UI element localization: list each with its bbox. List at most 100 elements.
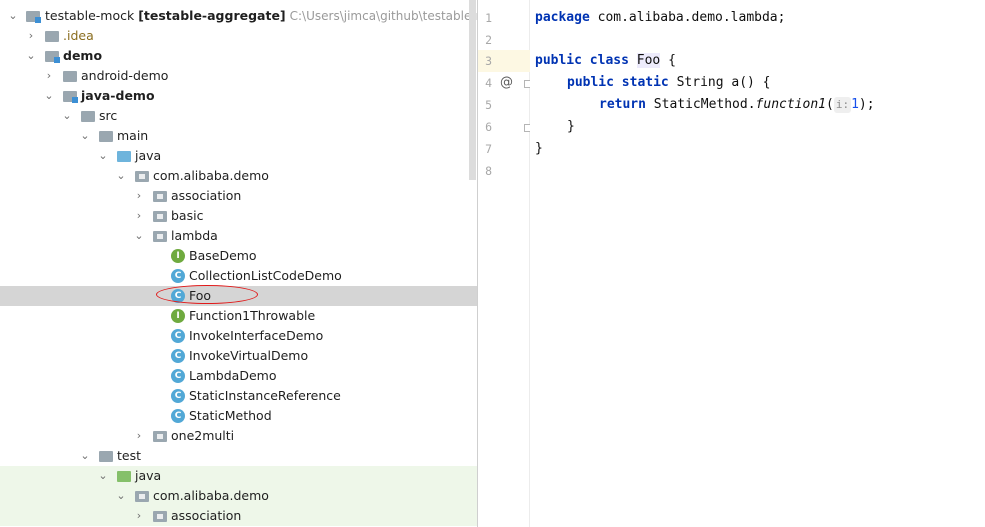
folder-icon: [99, 131, 113, 142]
tree-row-one2multi[interactable]: › one2multi: [0, 426, 477, 446]
line-number: 8: [485, 164, 492, 178]
code-line-1[interactable]: package com.alibaba.demo.lambda;: [530, 7, 985, 29]
chevron-down-icon[interactable]: ⌄: [8, 6, 18, 26]
chevron-down-icon[interactable]: ⌄: [80, 126, 90, 146]
chevron-down-icon[interactable]: ⌄: [44, 86, 54, 106]
line-number: 5: [485, 98, 492, 112]
tree-row-invokeinterfacedemo[interactable]: C InvokeInterfaceDemo: [0, 326, 477, 346]
interface-icon: I: [171, 309, 185, 323]
tree-row-test[interactable]: ⌄ test: [0, 446, 477, 466]
chevron-down-icon[interactable]: ⌄: [26, 46, 36, 66]
module-folder-icon: [45, 51, 60, 63]
tree-row-idea[interactable]: › .idea: [0, 26, 477, 46]
tree-row-staticmethod[interactable]: C StaticMethod: [0, 406, 477, 426]
code-text: com.alibaba.demo.lambda;: [589, 10, 786, 25]
interface-icon: I: [171, 249, 185, 263]
keyword: public: [535, 53, 582, 68]
code-text: String a() {: [668, 75, 771, 90]
chevron-right-icon[interactable]: ›: [134, 206, 144, 226]
code-line-4[interactable]: public static String a() {: [530, 72, 985, 94]
chevron-right-icon[interactable]: ›: [44, 66, 54, 86]
tree-row-basic[interactable]: › basic: [0, 206, 477, 226]
tree-label: LambdaDemo: [189, 368, 277, 383]
code-line-5[interactable]: return StaticMethod.function1(i: 1);: [530, 94, 985, 116]
tree-row-android-demo[interactable]: › android-demo: [0, 66, 477, 86]
chevron-down-icon[interactable]: ⌄: [134, 226, 144, 246]
tree-row-test-association[interactable]: › association: [0, 506, 477, 526]
line-number: 4: [485, 76, 492, 90]
tree-row-test-package[interactable]: ⌄ com.alibaba.demo: [0, 486, 477, 506]
tree-row-package[interactable]: ⌄ com.alibaba.demo: [0, 166, 477, 186]
parameter-hint: i:: [833, 97, 852, 113]
tree-row-demo[interactable]: ⌄ demo: [0, 46, 477, 66]
tree-row-java-demo[interactable]: ⌄ java-demo: [0, 86, 477, 106]
tree-row-staticinstancereference[interactable]: C StaticInstanceReference: [0, 386, 477, 406]
test-folder-icon: [117, 471, 131, 482]
folder-icon: [99, 451, 113, 462]
tree-label: java-demo: [81, 88, 155, 103]
package-icon: [153, 511, 167, 522]
project-tree[interactable]: ⌄ testable-mock [testable-aggregate] C:\…: [0, 0, 477, 527]
code-line-3[interactable]: public class Foo {: [530, 50, 985, 72]
tree-row-test-java[interactable]: ⌄ java: [0, 466, 477, 486]
tree-row-main[interactable]: ⌄ main: [0, 126, 477, 146]
package-icon: [153, 191, 167, 202]
tree-scrollbar[interactable]: [469, 0, 476, 180]
code-text: );: [858, 97, 875, 112]
chevron-right-icon[interactable]: ›: [26, 26, 36, 46]
line-number: 3: [485, 54, 492, 68]
keyword: static: [621, 75, 669, 90]
chevron-down-icon[interactable]: ⌄: [62, 106, 72, 126]
line-number: 7: [485, 142, 492, 156]
chevron-down-icon[interactable]: ⌄: [98, 466, 108, 486]
folder-icon: [45, 31, 59, 42]
override-marker-icon[interactable]: @: [500, 75, 514, 90]
chevron-down-icon[interactable]: ⌄: [116, 166, 126, 186]
tree-row-association[interactable]: › association: [0, 186, 477, 206]
tree-label: java: [135, 468, 162, 483]
red-circle-annotation: [156, 285, 258, 304]
class-icon: C: [171, 389, 185, 403]
tree-label: main: [117, 128, 149, 143]
tree-row-java[interactable]: ⌄ java: [0, 146, 477, 166]
module-folder-icon: [63, 91, 78, 103]
folder-icon: [63, 71, 77, 82]
tree-label: InvokeInterfaceDemo: [189, 328, 324, 343]
tree-label: android-demo: [81, 68, 169, 83]
chevron-down-icon[interactable]: ⌄: [98, 146, 108, 166]
code-line-6[interactable]: }: [530, 116, 985, 138]
tree-row-function1throwable[interactable]: I Function1Throwable: [0, 306, 477, 326]
module-folder-icon: [26, 11, 41, 23]
line-number: 1: [485, 11, 492, 25]
tree-label: one2multi: [171, 428, 235, 443]
tree-label: association: [171, 188, 242, 203]
chevron-right-icon[interactable]: ›: [134, 426, 144, 446]
keyword: class: [589, 53, 629, 68]
keyword: package: [535, 10, 590, 25]
root-label: testable-mock [testable-aggregate] C:\Us…: [45, 6, 477, 26]
chevron-right-icon[interactable]: ›: [134, 186, 144, 206]
tree-row-invokevirtualdemo[interactable]: C InvokeVirtualDemo: [0, 346, 477, 366]
tree-row-src[interactable]: ⌄ src: [0, 106, 477, 126]
tree-row-lambdademo[interactable]: C LambdaDemo: [0, 366, 477, 386]
chevron-right-icon[interactable]: ›: [134, 506, 144, 526]
tree-label: StaticMethod: [189, 408, 272, 423]
tree-label: StaticInstanceReference: [189, 388, 341, 403]
code-text: }: [567, 119, 575, 134]
code-line-7[interactable]: }: [530, 138, 985, 160]
tree-label: com.alibaba.demo: [153, 168, 269, 183]
tree-row-basedemo[interactable]: I BaseDemo: [0, 246, 477, 266]
chevron-down-icon[interactable]: ⌄: [116, 486, 126, 506]
line-number: 6: [485, 120, 492, 134]
tree-row-root[interactable]: ⌄ testable-mock [testable-aggregate] C:\…: [0, 6, 477, 26]
tree-label: test: [117, 448, 142, 463]
tree-label: demo: [63, 48, 103, 63]
tree-label: Function1Throwable: [189, 308, 316, 323]
root-module: [testable-aggregate]: [138, 8, 286, 23]
tree-row-collectionlistcodedemo[interactable]: C CollectionListCodeDemo: [0, 266, 477, 286]
chevron-down-icon[interactable]: ⌄: [80, 446, 90, 466]
tree-row-lambda[interactable]: ⌄ lambda: [0, 226, 477, 246]
line-number: 2: [485, 33, 492, 47]
class-icon: C: [171, 349, 185, 363]
class-icon: C: [171, 269, 185, 283]
